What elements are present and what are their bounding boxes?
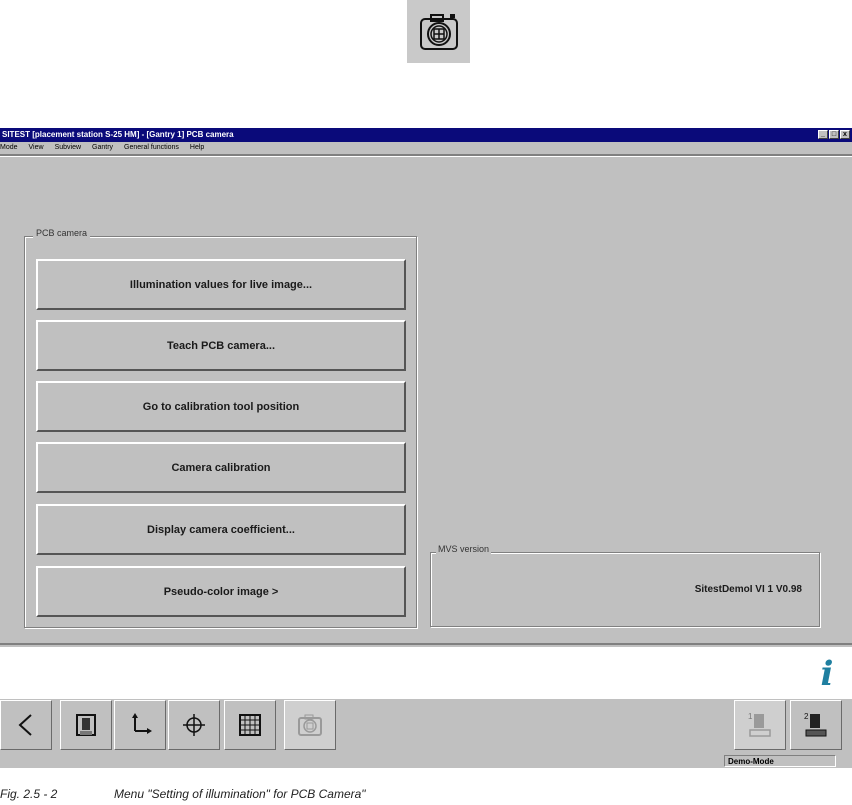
mvs-version-label: MVS version: [436, 544, 492, 554]
menu-general-functions[interactable]: General functions: [124, 142, 179, 154]
app-window: SITEST [placement station S-25 HM] - [Ga…: [0, 128, 852, 768]
title-bar[interactable]: SITEST [placement station S-25 HM] - [Ga…: [0, 128, 852, 142]
menu-gantry[interactable]: Gantry: [92, 142, 113, 154]
station-icon[interactable]: [60, 700, 112, 750]
info-icon[interactable]: i: [814, 657, 840, 691]
mvs-version-value: SitestDemoI VI 1 V0.98: [694, 584, 802, 595]
camera-calibration-button[interactable]: Camera calibration: [36, 442, 406, 493]
pseudo-color-image-button[interactable]: Pseudo-color image >: [36, 566, 406, 617]
grid-icon[interactable]: [224, 700, 276, 750]
figure-title: Menu "Setting of illumination" for PCB C…: [114, 787, 366, 801]
gantry-1-icon[interactable]: 1: [734, 700, 786, 750]
camera-icon-disabled: [284, 700, 336, 750]
window-title: SITEST [placement station S-25 HM] - [Ga…: [2, 130, 234, 139]
figure-number: Fig. 2.5 - 2: [0, 787, 58, 801]
back-arrow-icon[interactable]: [0, 700, 52, 750]
go-to-calibration-tool-button[interactable]: Go to calibration tool position: [36, 381, 406, 432]
display-camera-coefficient-button[interactable]: Display camera coefficient...: [36, 504, 406, 555]
menu-subview[interactable]: Subview: [55, 142, 81, 154]
gantry-2-icon[interactable]: 2: [790, 700, 842, 750]
status-bar: Demo-Mode: [0, 754, 852, 768]
menu-help[interactable]: Help: [190, 142, 204, 154]
pcb-camera-group-label: PCB camera: [33, 228, 91, 238]
figure-caption: Fig. 2.5 - 2 Menu "Setting of illuminatio…: [0, 787, 366, 801]
illumination-values-button[interactable]: Illumination values for live image...: [36, 259, 406, 310]
maximize-button[interactable]: □: [829, 130, 839, 139]
menu-mode[interactable]: Mode: [0, 142, 18, 154]
minimize-button[interactable]: _: [818, 130, 828, 139]
svg-text:2: 2: [804, 712, 809, 721]
menu-view[interactable]: View: [29, 142, 44, 154]
content-divider: [0, 643, 852, 645]
camera-icon: [407, 0, 470, 63]
teach-pcb-camera-button[interactable]: Teach PCB camera...: [36, 320, 406, 371]
axes-icon[interactable]: [114, 700, 166, 750]
mode-status: Demo-Mode: [724, 755, 836, 767]
info-strip: i: [0, 647, 852, 698]
svg-text:1: 1: [748, 712, 753, 721]
crosshair-icon[interactable]: [168, 700, 220, 750]
menu-divider: [0, 154, 852, 157]
bottom-toolbar: 1 2: [0, 698, 852, 753]
menu-bar: Mode View Subview Gantry General functio…: [0, 142, 852, 154]
close-button[interactable]: x: [840, 130, 850, 139]
